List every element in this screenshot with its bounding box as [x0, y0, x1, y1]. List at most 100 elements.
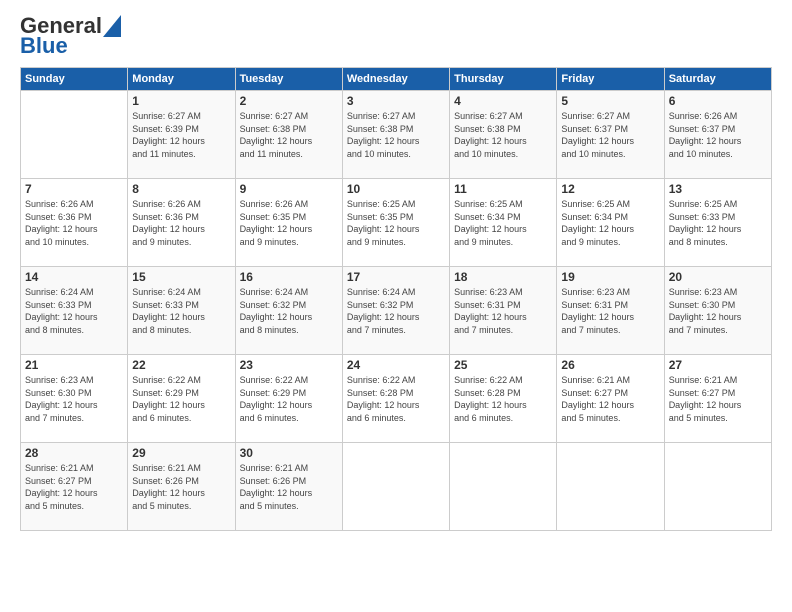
- day-info: Sunrise: 6:23 AM Sunset: 6:30 PM Dayligh…: [25, 374, 123, 424]
- calendar-cell: 20 Sunrise: 6:23 AM Sunset: 6:30 PM Dayli…: [664, 267, 771, 355]
- day-info: Sunrise: 6:21 AM Sunset: 6:26 PM Dayligh…: [240, 462, 338, 512]
- day-number: 18: [454, 270, 552, 284]
- day-number: 21: [25, 358, 123, 372]
- day-info: Sunrise: 6:26 AM Sunset: 6:35 PM Dayligh…: [240, 198, 338, 248]
- week-row-4: 28 Sunrise: 6:21 AM Sunset: 6:27 PM Dayli…: [21, 443, 772, 531]
- day-number: 5: [561, 94, 659, 108]
- header-cell-monday: Monday: [128, 68, 235, 91]
- week-row-3: 21 Sunrise: 6:23 AM Sunset: 6:30 PM Dayli…: [21, 355, 772, 443]
- day-info: Sunrise: 6:27 AM Sunset: 6:39 PM Dayligh…: [132, 110, 230, 160]
- calendar-cell: [21, 91, 128, 179]
- day-number: 10: [347, 182, 445, 196]
- header-cell-thursday: Thursday: [450, 68, 557, 91]
- day-number: 15: [132, 270, 230, 284]
- calendar-cell: 17Sunrise: 6:24 AM Sunset: 6:32 PM Dayli…: [342, 267, 449, 355]
- header-cell-friday: Friday: [557, 68, 664, 91]
- day-info: Sunrise: 6:23 AM Sunset: 6:31 PM Dayligh…: [454, 286, 552, 336]
- calendar-cell: 25Sunrise: 6:22 AM Sunset: 6:28 PM Dayli…: [450, 355, 557, 443]
- calendar-cell: 24 Sunrise: 6:22 AM Sunset: 6:28 PM Dayli…: [342, 355, 449, 443]
- day-number: 16: [240, 270, 338, 284]
- day-number: 27: [669, 358, 767, 372]
- day-number: 22: [132, 358, 230, 372]
- day-number: 17: [347, 270, 445, 284]
- day-info: Sunrise: 6:24 AM Sunset: 6:32 PM Dayligh…: [240, 286, 338, 336]
- calendar-cell: 8 Sunrise: 6:26 AM Sunset: 6:36 PM Daylig…: [128, 179, 235, 267]
- day-number: 30: [240, 446, 338, 460]
- day-info: Sunrise: 6:21 AM Sunset: 6:27 PM Dayligh…: [25, 462, 123, 512]
- calendar-cell: 6Sunrise: 6:26 AM Sunset: 6:37 PM Daylig…: [664, 91, 771, 179]
- day-info: Sunrise: 6:27 AM Sunset: 6:37 PM Dayligh…: [561, 110, 659, 160]
- calendar-cell: [450, 443, 557, 531]
- day-info: Sunrise: 6:26 AM Sunset: 6:36 PM Dayligh…: [132, 198, 230, 248]
- day-info: Sunrise: 6:26 AM Sunset: 6:36 PM Dayligh…: [25, 198, 123, 248]
- day-info: Sunrise: 6:23 AM Sunset: 6:31 PM Dayligh…: [561, 286, 659, 336]
- calendar-cell: 30 Sunrise: 6:21 AM Sunset: 6:26 PM Dayli…: [235, 443, 342, 531]
- day-number: 13: [669, 182, 767, 196]
- calendar-cell: 23 Sunrise: 6:22 AM Sunset: 6:29 PM Dayli…: [235, 355, 342, 443]
- calendar-cell: 5 Sunrise: 6:27 AM Sunset: 6:37 PM Daylig…: [557, 91, 664, 179]
- calendar-table: SundayMondayTuesdayWednesdayThursdayFrid…: [20, 67, 772, 531]
- header-cell-wednesday: Wednesday: [342, 68, 449, 91]
- calendar-cell: 7 Sunrise: 6:26 AM Sunset: 6:36 PM Daylig…: [21, 179, 128, 267]
- calendar-cell: 12 Sunrise: 6:25 AM Sunset: 6:34 PM Dayli…: [557, 179, 664, 267]
- day-number: 4: [454, 94, 552, 108]
- calendar-cell: 29 Sunrise: 6:21 AM Sunset: 6:26 PM Dayli…: [128, 443, 235, 531]
- calendar-cell: 3 Sunrise: 6:27 AM Sunset: 6:38 PM Daylig…: [342, 91, 449, 179]
- calendar-cell: 26 Sunrise: 6:21 AM Sunset: 6:27 PM Dayli…: [557, 355, 664, 443]
- logo: General Blue: [20, 15, 121, 57]
- day-number: 28: [25, 446, 123, 460]
- day-info: Sunrise: 6:25 AM Sunset: 6:33 PM Dayligh…: [669, 198, 767, 248]
- calendar-cell: 16 Sunrise: 6:24 AM Sunset: 6:32 PM Dayli…: [235, 267, 342, 355]
- header: General Blue: [20, 15, 772, 57]
- day-info: Sunrise: 6:25 AM Sunset: 6:35 PM Dayligh…: [347, 198, 445, 248]
- week-row-0: 1 Sunrise: 6:27 AM Sunset: 6:39 PM Daylig…: [21, 91, 772, 179]
- day-info: Sunrise: 6:25 AM Sunset: 6:34 PM Dayligh…: [561, 198, 659, 248]
- day-info: Sunrise: 6:27 AM Sunset: 6:38 PM Dayligh…: [454, 110, 552, 160]
- day-info: Sunrise: 6:24 AM Sunset: 6:33 PM Dayligh…: [25, 286, 123, 336]
- day-info: Sunrise: 6:25 AM Sunset: 6:34 PM Dayligh…: [454, 198, 552, 248]
- day-info: Sunrise: 6:27 AM Sunset: 6:38 PM Dayligh…: [347, 110, 445, 160]
- day-number: 19: [561, 270, 659, 284]
- calendar-cell: 19 Sunrise: 6:23 AM Sunset: 6:31 PM Dayli…: [557, 267, 664, 355]
- header-cell-sunday: Sunday: [21, 68, 128, 91]
- calendar-cell: 22 Sunrise: 6:22 AM Sunset: 6:29 PM Dayli…: [128, 355, 235, 443]
- day-info: Sunrise: 6:23 AM Sunset: 6:30 PM Dayligh…: [669, 286, 767, 336]
- day-info: Sunrise: 6:24 AM Sunset: 6:33 PM Dayligh…: [132, 286, 230, 336]
- day-info: Sunrise: 6:22 AM Sunset: 6:29 PM Dayligh…: [132, 374, 230, 424]
- calendar-cell: 10 Sunrise: 6:25 AM Sunset: 6:35 PM Dayli…: [342, 179, 449, 267]
- day-number: 8: [132, 182, 230, 196]
- header-cell-tuesday: Tuesday: [235, 68, 342, 91]
- day-info: Sunrise: 6:27 AM Sunset: 6:38 PM Dayligh…: [240, 110, 338, 160]
- day-number: 12: [561, 182, 659, 196]
- calendar-cell: 15 Sunrise: 6:24 AM Sunset: 6:33 PM Dayli…: [128, 267, 235, 355]
- day-number: 11: [454, 182, 552, 196]
- day-info: Sunrise: 6:21 AM Sunset: 6:27 PM Dayligh…: [561, 374, 659, 424]
- calendar-header-row: SundayMondayTuesdayWednesdayThursdayFrid…: [21, 68, 772, 91]
- day-number: 23: [240, 358, 338, 372]
- day-number: 24: [347, 358, 445, 372]
- day-number: 25: [454, 358, 552, 372]
- calendar-cell: [557, 443, 664, 531]
- calendar-cell: 13 Sunrise: 6:25 AM Sunset: 6:33 PM Dayli…: [664, 179, 771, 267]
- week-row-2: 14 Sunrise: 6:24 AM Sunset: 6:33 PM Dayli…: [21, 267, 772, 355]
- calendar-cell: [342, 443, 449, 531]
- day-number: 20: [669, 270, 767, 284]
- header-cell-saturday: Saturday: [664, 68, 771, 91]
- day-info: Sunrise: 6:21 AM Sunset: 6:26 PM Dayligh…: [132, 462, 230, 512]
- week-row-1: 7 Sunrise: 6:26 AM Sunset: 6:36 PM Daylig…: [21, 179, 772, 267]
- day-info: Sunrise: 6:21 AM Sunset: 6:27 PM Dayligh…: [669, 374, 767, 424]
- day-number: 26: [561, 358, 659, 372]
- day-info: Sunrise: 6:22 AM Sunset: 6:28 PM Dayligh…: [347, 374, 445, 424]
- calendar-body: 1 Sunrise: 6:27 AM Sunset: 6:39 PM Daylig…: [21, 91, 772, 531]
- day-number: 7: [25, 182, 123, 196]
- day-info: Sunrise: 6:22 AM Sunset: 6:29 PM Dayligh…: [240, 374, 338, 424]
- day-number: 3: [347, 94, 445, 108]
- day-number: 9: [240, 182, 338, 196]
- calendar-cell: 14 Sunrise: 6:24 AM Sunset: 6:33 PM Dayli…: [21, 267, 128, 355]
- logo-arrow-icon: [103, 15, 121, 37]
- day-number: 2: [240, 94, 338, 108]
- day-number: 14: [25, 270, 123, 284]
- day-number: 29: [132, 446, 230, 460]
- day-number: 1: [132, 94, 230, 108]
- calendar-cell: 21 Sunrise: 6:23 AM Sunset: 6:30 PM Dayli…: [21, 355, 128, 443]
